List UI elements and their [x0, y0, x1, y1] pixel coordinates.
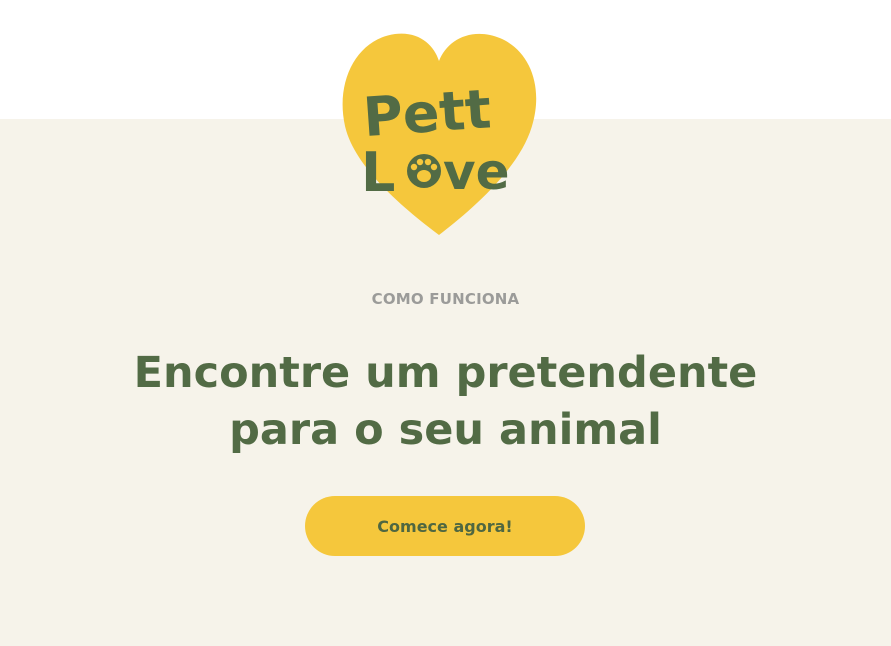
- logo-text-ve: ve: [443, 143, 510, 201]
- section-eyebrow: COMO FUNCIONA: [371, 290, 520, 308]
- logo-text-pett: Pett: [361, 77, 493, 149]
- paw-icon: [407, 154, 441, 188]
- pett-love-logo[interactable]: Pett L ve: [337, 31, 541, 236]
- logo-text-l: L: [361, 141, 395, 204]
- page: Pett L ve COMO FUNCIONA Encontre um pret…: [0, 0, 891, 646]
- hero-headline: Encontre um pretendente para o seu anima…: [0, 345, 891, 459]
- heart-logo-icon: Pett L ve: [342, 33, 537, 236]
- start-now-button[interactable]: Comece agora!: [305, 496, 585, 556]
- hero-headline-line-1: Encontre um pretendente: [133, 348, 758, 398]
- hero-headline-line-2: para o seu animal: [229, 405, 662, 455]
